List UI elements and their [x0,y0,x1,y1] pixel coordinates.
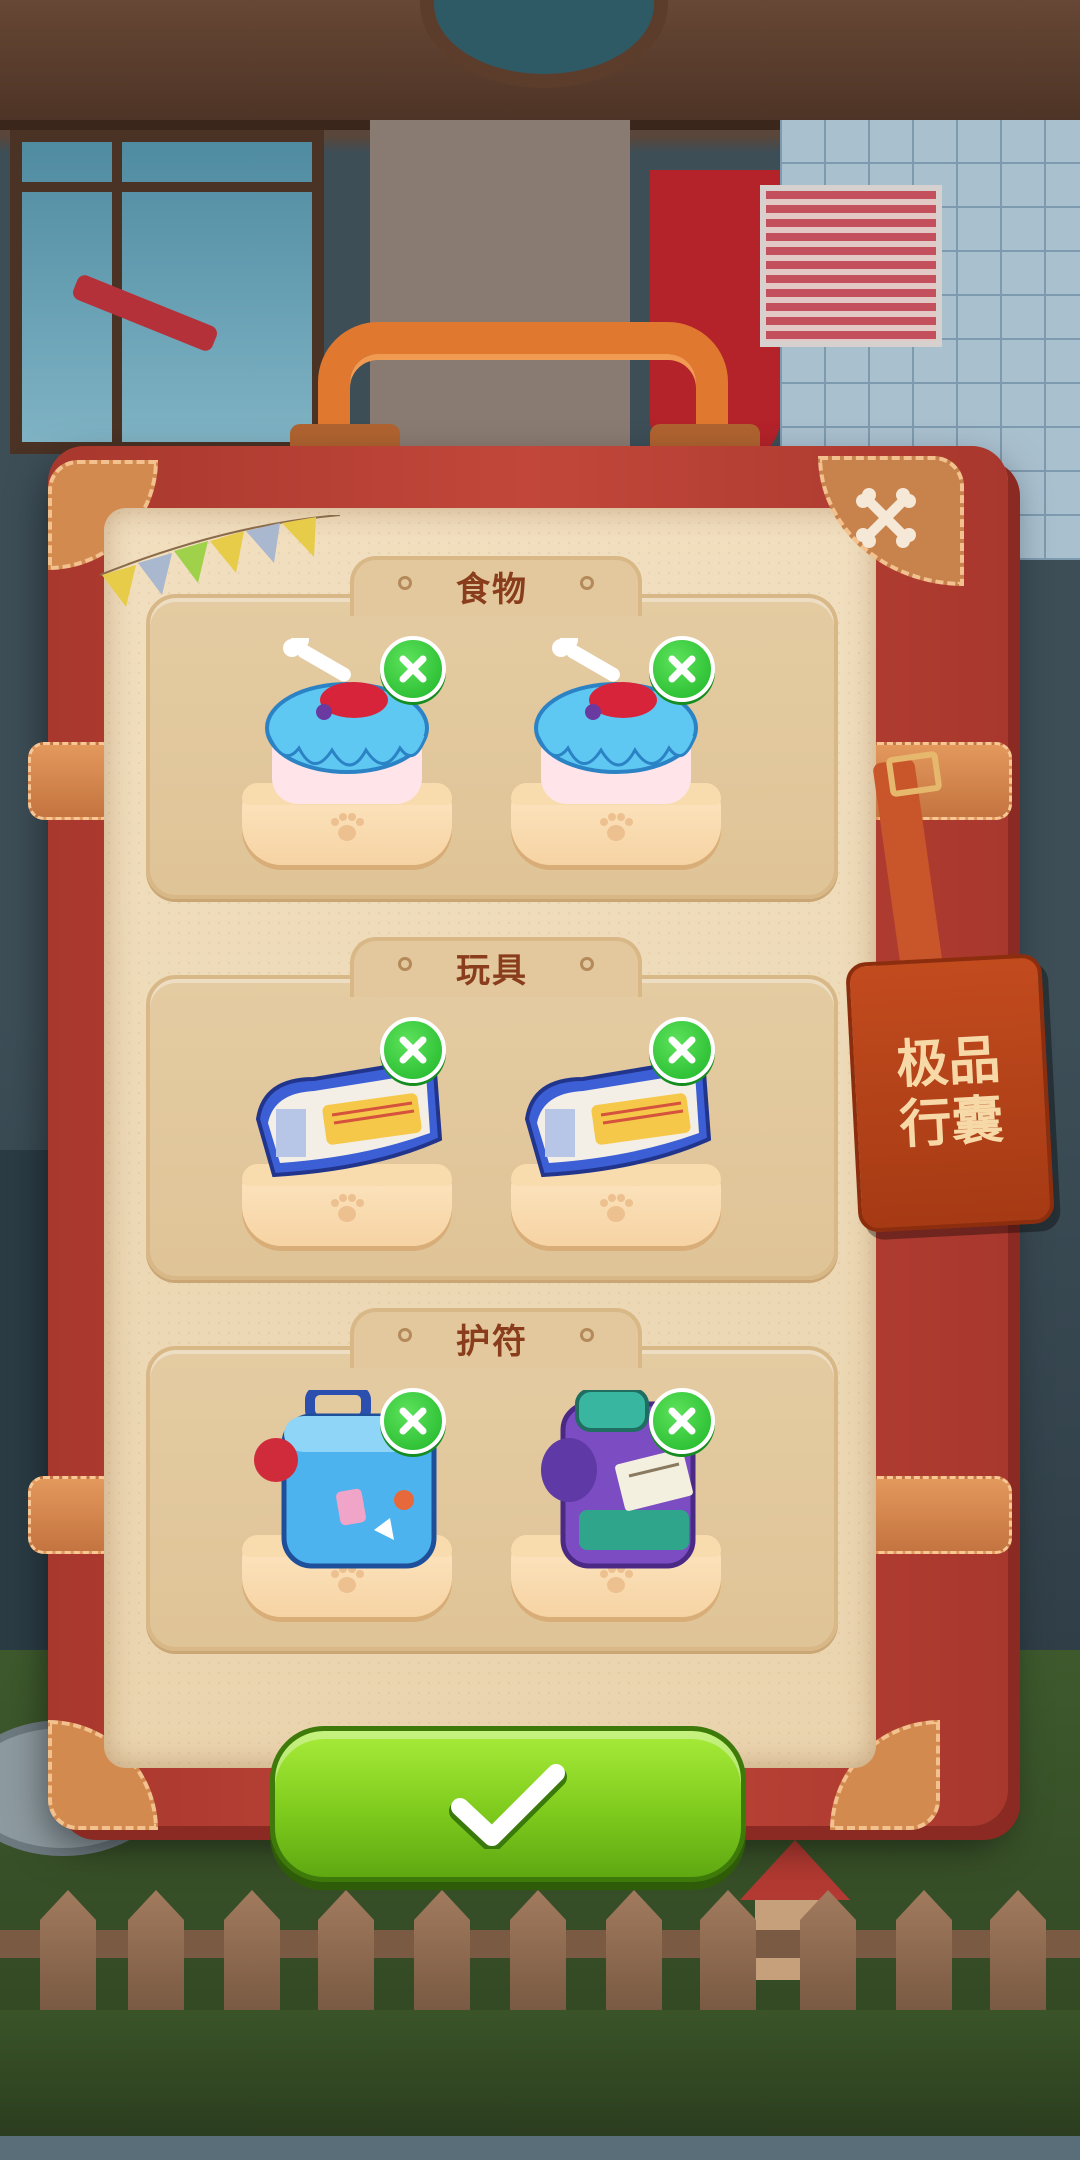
item-slot[interactable] [242,636,452,888]
side-strap [862,1476,1012,1554]
remove-item-button[interactable] [649,636,715,702]
tag-buckle [885,750,943,798]
confirm-button[interactable] [270,1726,746,1882]
remove-item-button[interactable] [649,1017,715,1083]
item-slot[interactable] [511,1017,721,1269]
window [10,130,324,454]
close-icon [668,1407,696,1435]
section-charms: 护符 [146,1308,838,1651]
close-icon [668,655,696,683]
item-slot[interactable] [511,1388,721,1640]
fence [0,1890,1080,2010]
section-toys: 玩具 [146,937,838,1280]
remove-item-button[interactable] [380,1388,446,1454]
item-slot[interactable] [511,636,721,888]
tag-line-1: 极品 [894,1030,1002,1096]
remove-item-button[interactable] [649,1388,715,1454]
close-button[interactable] [846,478,926,558]
close-icon [668,1036,696,1064]
luggage-tag: 极品 行囊 [845,953,1055,1233]
bottom-strip [0,2136,1080,2160]
window-blinds [760,185,942,347]
close-icon [399,655,427,683]
section-title: 护符 [456,1322,528,1362]
item-slot[interactable] [242,1388,452,1640]
close-icon [399,1036,427,1064]
section-food: 食物 [146,556,838,899]
tag-label: 极品 行囊 [882,1030,1018,1157]
close-icon [399,1407,427,1435]
section-title: 食物 [456,570,528,610]
item-slot[interactable] [242,1017,452,1269]
remove-item-button[interactable] [380,636,446,702]
crossed-bones-icon [856,488,916,548]
remove-item-button[interactable] [380,1017,446,1083]
section-title: 玩具 [456,951,528,991]
checkmark-icon [449,1764,567,1849]
tag-line-2: 行囊 [898,1090,1006,1156]
